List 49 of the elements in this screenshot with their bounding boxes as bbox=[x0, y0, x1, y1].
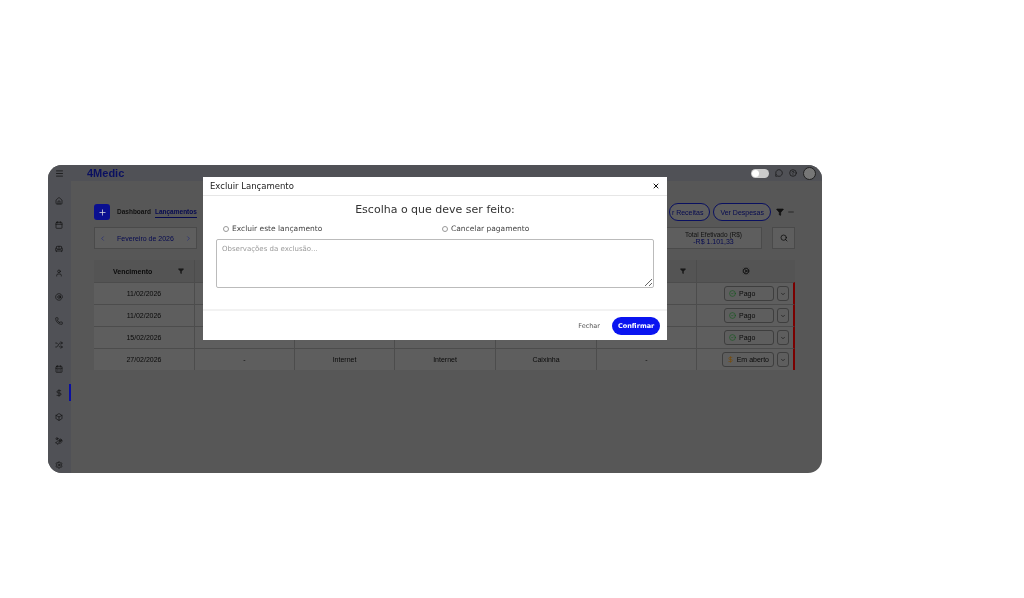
theme-toggle[interactable] bbox=[751, 168, 769, 178]
dialog-title: Excluir Lançamento bbox=[210, 181, 294, 191]
check-circle-icon bbox=[729, 290, 736, 297]
check-circle-icon bbox=[729, 312, 736, 319]
home-icon bbox=[54, 196, 63, 205]
caret-icon bbox=[780, 334, 786, 341]
settings-icon bbox=[54, 460, 63, 469]
dropdown-button[interactable] bbox=[777, 286, 789, 301]
caret-icon bbox=[780, 356, 786, 363]
calendar-icon bbox=[54, 364, 63, 373]
dropdown-button[interactable] bbox=[777, 352, 789, 367]
phone-icon bbox=[54, 316, 63, 325]
hand-coins-icon bbox=[54, 436, 63, 445]
gear-icon bbox=[742, 267, 750, 275]
help-icon[interactable] bbox=[789, 169, 797, 177]
at-sign-icon bbox=[54, 292, 63, 301]
shuffle-icon bbox=[54, 340, 63, 349]
plus-icon bbox=[97, 207, 107, 217]
filter-button[interactable] bbox=[776, 208, 784, 216]
dropdown-button[interactable] bbox=[777, 330, 789, 345]
dollar-icon bbox=[54, 388, 63, 397]
chat-icon[interactable] bbox=[775, 169, 783, 177]
chevron-right-icon[interactable] bbox=[185, 234, 192, 242]
logo: 4Medic bbox=[87, 167, 125, 179]
close-icon bbox=[652, 182, 660, 190]
dollar-icon bbox=[726, 356, 734, 363]
caret-icon bbox=[780, 312, 786, 319]
filter-icon bbox=[776, 208, 784, 216]
chevron-left-icon[interactable] bbox=[99, 234, 106, 242]
filter-icon[interactable] bbox=[680, 268, 686, 274]
search-icon bbox=[779, 234, 788, 242]
check-circle-icon bbox=[729, 334, 736, 341]
minus-icon bbox=[787, 208, 795, 216]
user-icon bbox=[54, 268, 63, 277]
close-button[interactable] bbox=[652, 182, 660, 190]
radio-button[interactable] bbox=[223, 225, 229, 232]
box-icon bbox=[54, 412, 63, 421]
dialog-heading: Escolha o que deve ser feito: bbox=[354, 203, 516, 216]
search-button[interactable] bbox=[772, 227, 795, 249]
radio-button[interactable] bbox=[442, 225, 448, 232]
filter-icon[interactable] bbox=[178, 268, 184, 274]
more-button[interactable] bbox=[787, 208, 795, 216]
sofa-icon bbox=[54, 244, 63, 253]
calendar-icon bbox=[54, 220, 63, 229]
caret-icon bbox=[780, 290, 786, 297]
avatar[interactable] bbox=[803, 166, 816, 180]
menu-icon[interactable] bbox=[55, 168, 64, 178]
dropdown-button[interactable] bbox=[777, 308, 789, 323]
add-button[interactable] bbox=[94, 204, 110, 220]
